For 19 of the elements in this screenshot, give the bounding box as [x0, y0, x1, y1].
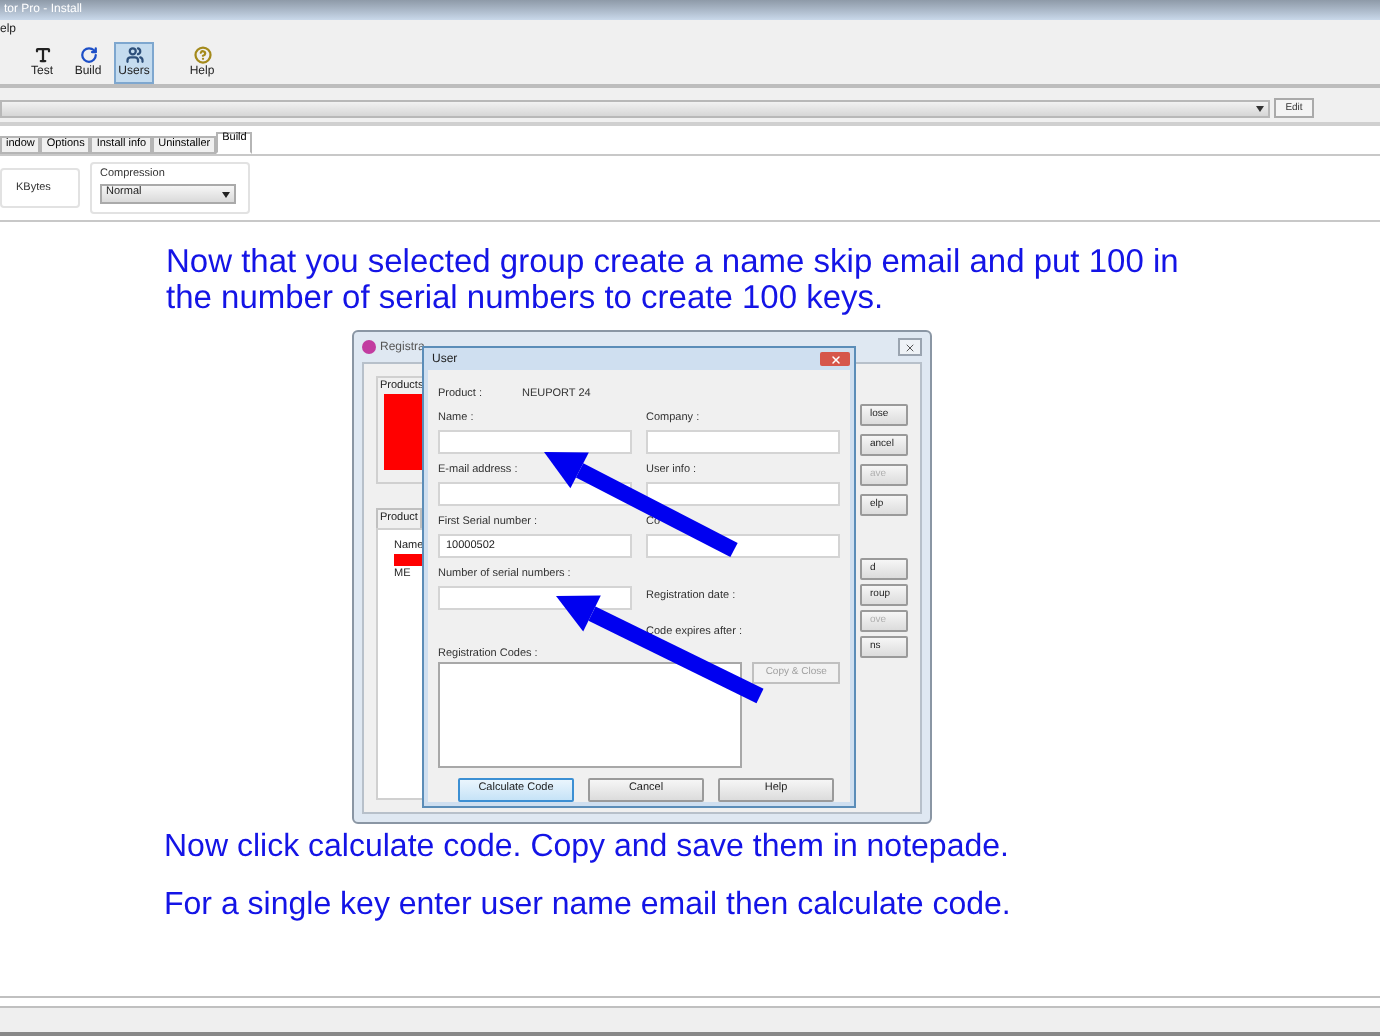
- codes-area[interactable]: [438, 662, 743, 768]
- instruction-text: For a single key enter user name email then calculate code.: [164, 888, 1013, 924]
- text-field[interactable]: [646, 430, 840, 454]
- close-icon: [829, 353, 841, 365]
- instruction-text: Now click calculate code. Copy and save them in notepade.: [164, 830, 1011, 866]
- dropdown-arrow-icon: [1256, 105, 1264, 111]
- help-icon: [193, 46, 211, 64]
- product-image: [384, 394, 422, 470]
- close-button[interactable]: [898, 338, 922, 356]
- close-button[interactable]: [820, 352, 850, 366]
- text-field[interactable]: [438, 430, 632, 454]
- app-icon: [362, 340, 376, 354]
- refresh-icon: [79, 46, 97, 64]
- text-field[interactable]: [646, 482, 840, 506]
- users-icon: [125, 46, 143, 64]
- dropdown-arrow-icon: [222, 191, 230, 197]
- close-icon: [904, 341, 916, 353]
- text-icon: [33, 46, 51, 64]
- instruction-text: Now that you selected group create a name skip email and put 100 in the number of serial numbers to create 100 keys.: [166, 244, 1181, 316]
